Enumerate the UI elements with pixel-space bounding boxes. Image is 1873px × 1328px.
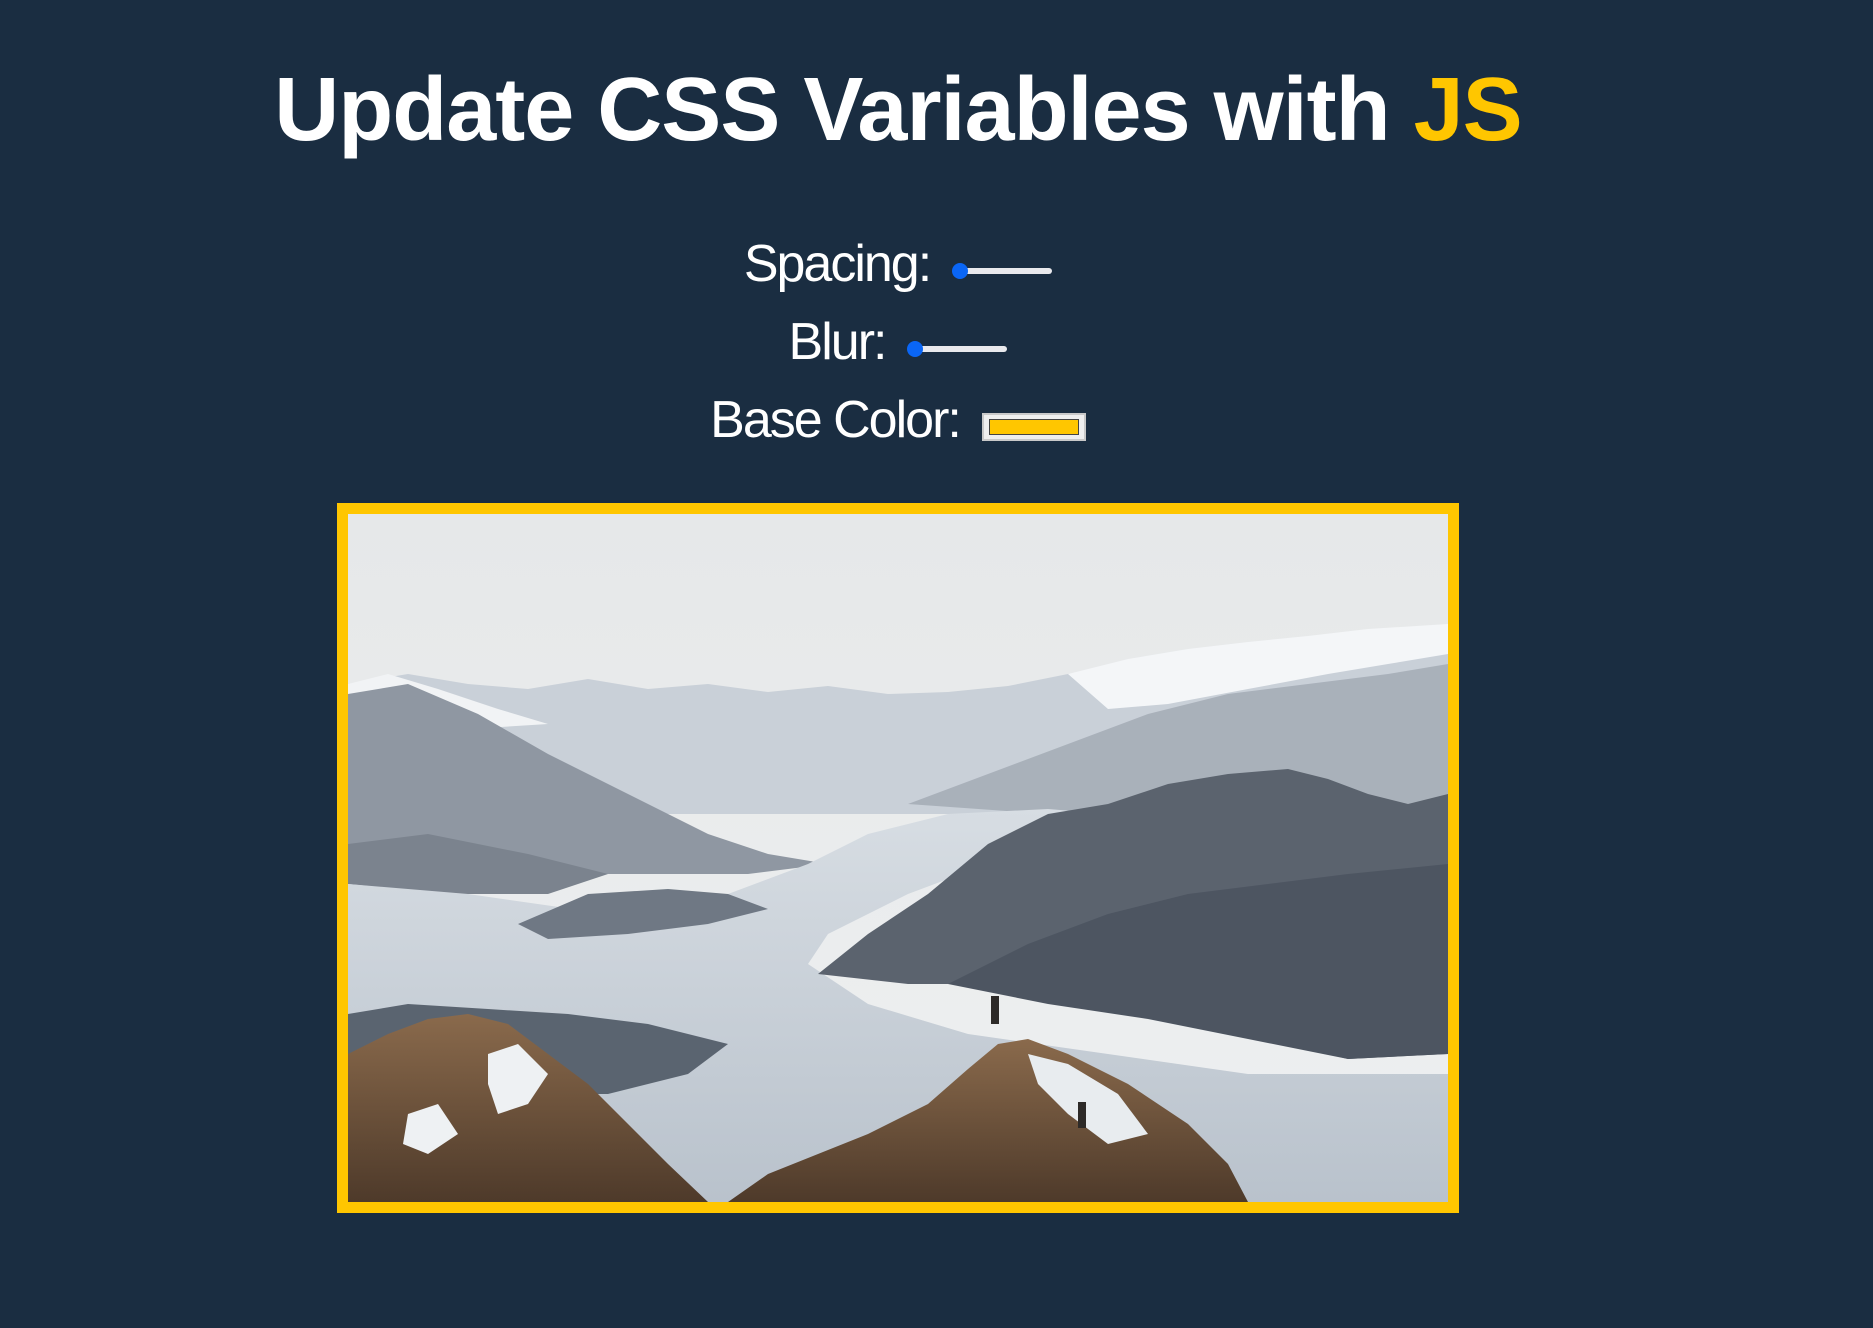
blur-control: Blur: (0, 303, 1796, 381)
blur-slider-track (911, 346, 1008, 352)
spacing-slider[interactable] (952, 263, 1053, 279)
spacing-slider-track (956, 268, 1053, 274)
page: Update CSS Variables with JS Spacing: Bl… (0, 0, 1873, 1328)
blur-label: Blur: (788, 313, 888, 371)
base-color-control: Base Color: (0, 381, 1796, 459)
title-highlight: JS (1413, 60, 1523, 160)
base-color-picker[interactable] (981, 413, 1086, 441)
landscape-image (348, 514, 1448, 1202)
title-text: Update CSS Variables with (274, 60, 1414, 160)
blur-slider[interactable] (907, 341, 1008, 357)
page-title: Update CSS Variables with JS (0, 60, 1796, 160)
spacing-control: Spacing: (0, 225, 1796, 303)
base-color-label: Base Color: (710, 391, 962, 449)
controls-panel: Spacing: Blur: Base Color: (0, 225, 1796, 459)
spacing-label: Spacing: (743, 235, 932, 293)
spacing-slider-thumb[interactable] (952, 263, 969, 279)
base-color-swatch (988, 419, 1079, 435)
image-frame (337, 503, 1459, 1213)
blur-slider-thumb[interactable] (907, 341, 924, 357)
